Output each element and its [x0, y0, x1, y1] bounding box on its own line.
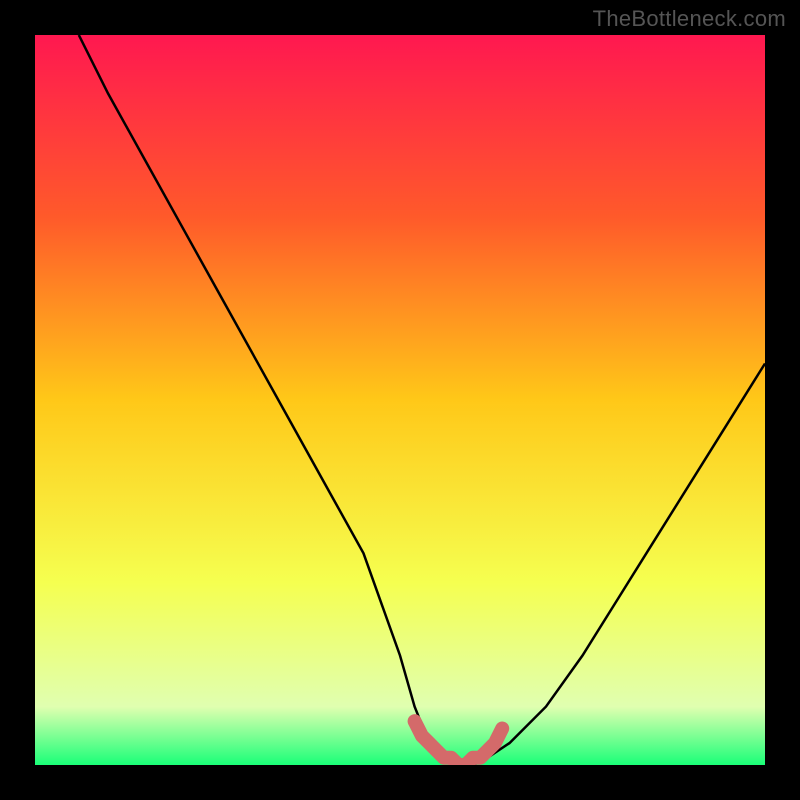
watermark-text: TheBottleneck.com [593, 6, 786, 32]
optimal-range-marker [415, 721, 503, 765]
plot-area [35, 35, 765, 765]
curve-overlay [35, 35, 765, 765]
bottleneck-curve-line [79, 35, 765, 765]
